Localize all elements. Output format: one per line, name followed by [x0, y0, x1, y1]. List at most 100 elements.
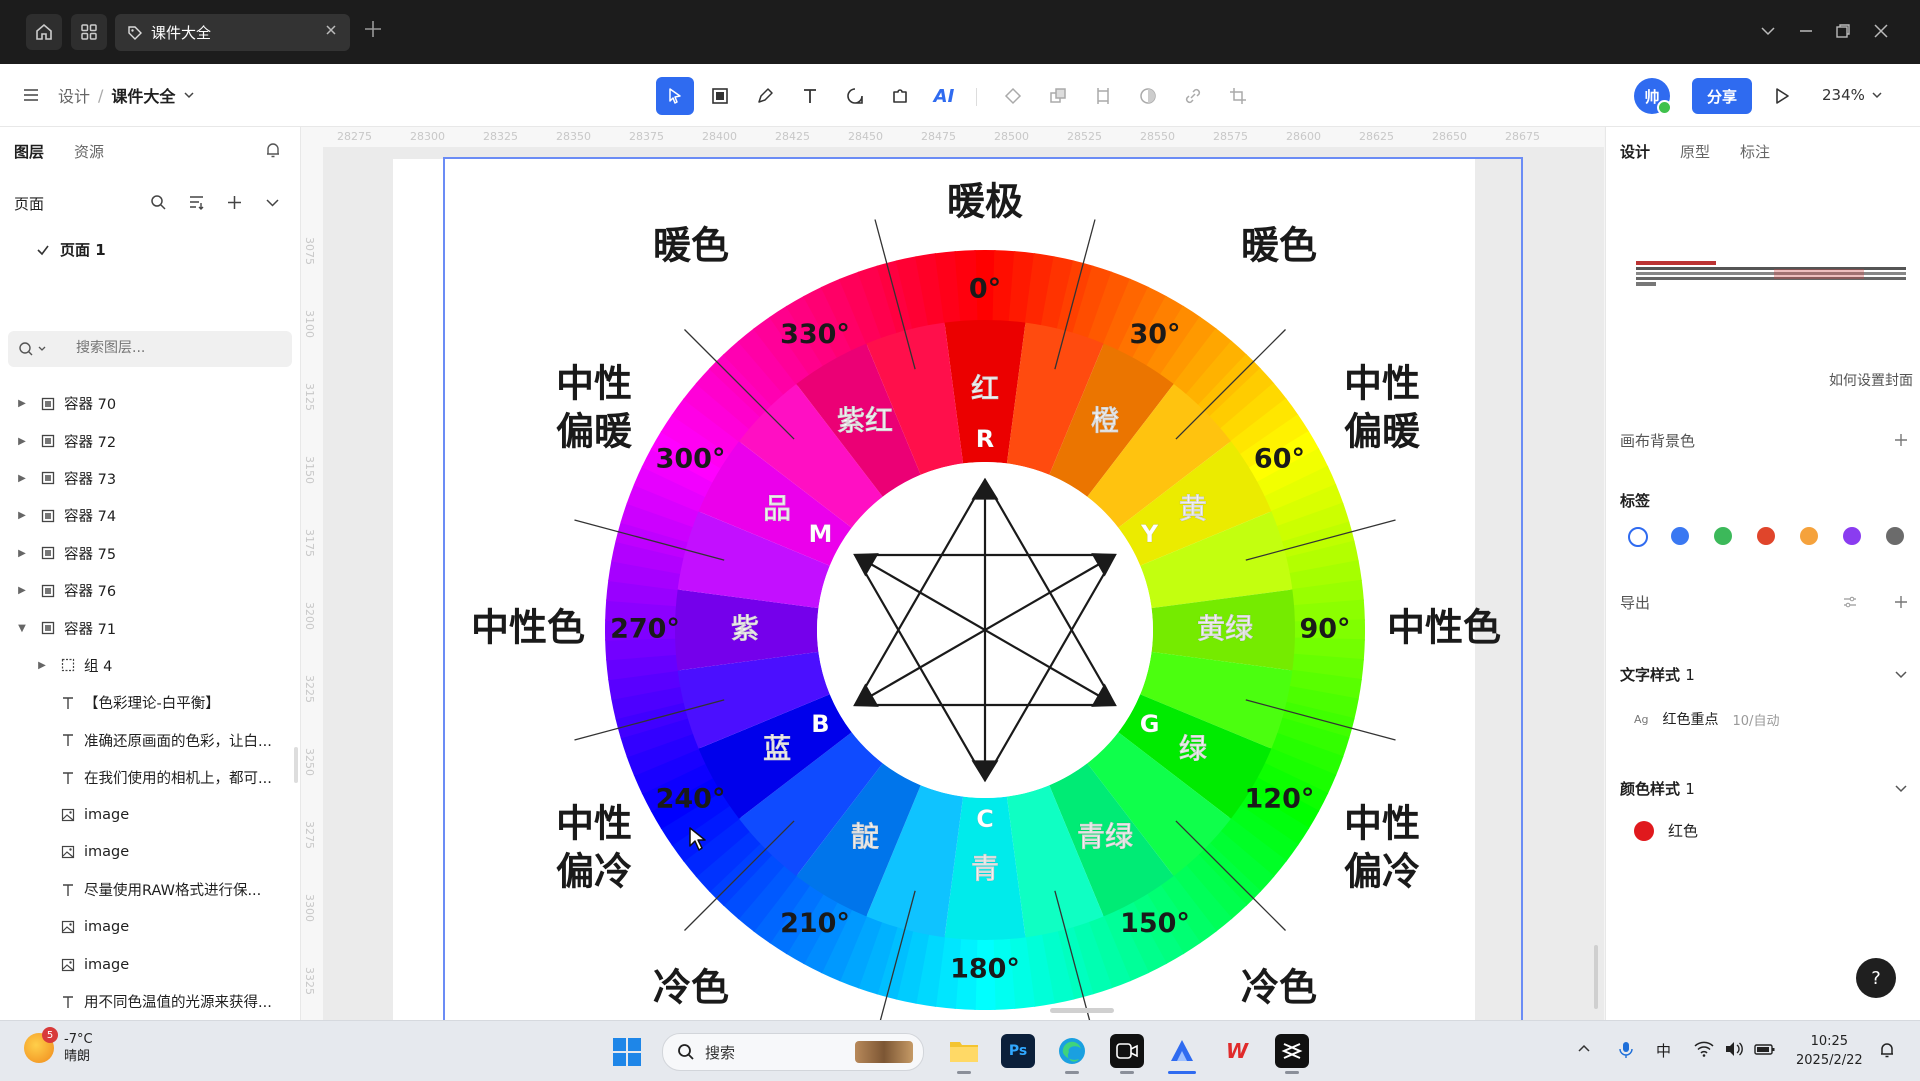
taskbar-search[interactable]: 搜索	[662, 1033, 924, 1071]
layer-row[interactable]: ▶ 容器 73	[0, 460, 300, 497]
layer-search-input[interactable]	[74, 339, 278, 357]
file-explorer-icon[interactable]	[947, 1034, 981, 1068]
color-wheel-image[interactable]: 0° 30° 60° 90° 120° 150° 180° 210° 240° 270° 300° 3…	[444, 158, 1522, 1020]
menu-icon[interactable]	[22, 86, 40, 104]
add-icon[interactable]	[1893, 432, 1909, 448]
tab-layers[interactable]: 图层	[14, 141, 44, 162]
add-page-icon[interactable]	[226, 194, 243, 211]
canvas-scrollbar-horizontal[interactable]	[1050, 1008, 1114, 1013]
tag-white-dot[interactable]	[1628, 527, 1648, 547]
layer-row[interactable]: image	[0, 908, 300, 945]
breadcrumb-current[interactable]: 课件大全	[111, 83, 175, 107]
notification-icon[interactable]	[264, 141, 282, 159]
crop-tool[interactable]	[1219, 77, 1257, 115]
frame-tool[interactable]	[701, 77, 739, 115]
canvas-scrollbar-vertical[interactable]	[1594, 945, 1598, 1009]
container-tool[interactable]	[1084, 77, 1122, 115]
chevron-up-icon[interactable]	[1576, 1041, 1592, 1057]
add-icon[interactable]	[1893, 594, 1909, 610]
ai-tool[interactable]: AI	[925, 77, 963, 115]
color-style-item[interactable]: 红色	[1634, 820, 1698, 841]
settings-sliders-icon[interactable]	[1842, 594, 1858, 610]
layer-row[interactable]: 尽量使用RAW格式进行保...	[0, 871, 300, 908]
zoom-dropdown[interactable]: 234%	[1822, 86, 1883, 104]
tag-gray-dot[interactable]	[1886, 527, 1904, 545]
tab-assets[interactable]: 资源	[74, 141, 104, 162]
caret-right-icon[interactable]: ▶	[16, 510, 28, 521]
component-create-tool[interactable]	[994, 77, 1032, 115]
windows-start-icon[interactable]	[612, 1037, 642, 1067]
tab-file[interactable]: 课件大全	[115, 14, 350, 51]
layer-row[interactable]: image	[0, 796, 300, 833]
home-button[interactable]	[26, 14, 62, 50]
component-tool[interactable]	[881, 77, 919, 115]
volume-icon[interactable]	[1724, 1041, 1744, 1057]
notification-bell-icon[interactable]	[1878, 1041, 1896, 1059]
page-item[interactable]: 页面 1	[36, 239, 106, 260]
chevron-down-icon[interactable]	[1893, 780, 1909, 796]
wps-icon[interactable]: W	[1220, 1034, 1254, 1068]
restore-icon[interactable]	[1834, 22, 1852, 40]
tag-blue-dot[interactable]	[1671, 527, 1689, 545]
cover-help-link[interactable]: 如何设置封面	[1829, 370, 1913, 390]
tab-annotate[interactable]: 标注	[1740, 141, 1770, 162]
layer-row[interactable]: 用不同色温值的光源来获得...	[0, 983, 300, 1020]
caret-right-icon[interactable]: ▶	[36, 660, 48, 671]
chevron-down-icon[interactable]	[1759, 22, 1777, 40]
link-tool[interactable]	[1174, 77, 1212, 115]
search-icon[interactable]	[150, 194, 167, 211]
help-button[interactable]: ?	[1856, 958, 1896, 998]
layer-search-box[interactable]	[8, 331, 292, 367]
screen-recorder-icon[interactable]	[1110, 1034, 1144, 1068]
battery-icon[interactable]	[1754, 1041, 1776, 1057]
tab-design[interactable]: 设计	[1620, 141, 1650, 162]
tag-red-dot[interactable]	[1757, 527, 1775, 545]
layer-row[interactable]: ▶ 容器 74	[0, 497, 300, 534]
pen-tool[interactable]	[746, 77, 784, 115]
close-tab-icon[interactable]	[324, 23, 338, 37]
close-window-icon[interactable]	[1872, 22, 1890, 40]
chevron-down-icon[interactable]	[264, 194, 281, 211]
breadcrumb-parent[interactable]: 设计	[58, 83, 90, 107]
layer-row[interactable]: 准确还原画面的色彩，让白...	[0, 722, 300, 759]
new-tab-icon[interactable]	[362, 18, 384, 40]
layer-row[interactable]: ▶ 容器 70	[0, 385, 300, 422]
layer-row[interactable]: image	[0, 834, 300, 871]
chevron-down-icon[interactable]	[1893, 666, 1909, 682]
layer-row[interactable]: ▶ 容器 72	[0, 422, 300, 459]
caret-down-icon[interactable]: ▼	[16, 623, 28, 634]
text-style-item[interactable]: Ag 红色重点 10/自动	[1634, 709, 1779, 729]
mask-tool[interactable]	[1129, 77, 1167, 115]
sort-icon[interactable]	[188, 194, 205, 211]
layer-row[interactable]: ▼ 容器 71	[0, 609, 300, 646]
text-tool[interactable]	[791, 77, 829, 115]
microphone-icon[interactable]	[1618, 1041, 1634, 1059]
capcut-icon[interactable]	[1275, 1034, 1309, 1068]
layer-row[interactable]: 【色彩理论-白平衡】	[0, 684, 300, 721]
wifi-icon[interactable]	[1694, 1041, 1714, 1057]
layer-row[interactable]: image	[0, 946, 300, 983]
caret-right-icon[interactable]: ▶	[16, 436, 28, 447]
layer-row[interactable]: ▶ 容器 76	[0, 572, 300, 609]
system-clock[interactable]: 10:25 2025/2/22	[1796, 1032, 1863, 1070]
tag-purple-dot[interactable]	[1843, 527, 1861, 545]
caret-right-icon[interactable]: ▶	[16, 585, 28, 596]
minimize-icon[interactable]	[1797, 22, 1815, 40]
edge-browser-icon[interactable]	[1055, 1034, 1089, 1068]
share-button[interactable]: 分享	[1692, 78, 1752, 114]
caret-right-icon[interactable]: ▶	[16, 473, 28, 484]
boolean-tool[interactable]	[1039, 77, 1077, 115]
ime-indicator[interactable]: 中	[1656, 1040, 1671, 1061]
play-icon[interactable]	[1772, 86, 1792, 106]
photoshop-icon[interactable]: Ps	[1001, 1034, 1035, 1068]
chevron-down-icon[interactable]	[183, 89, 195, 101]
layer-row[interactable]: ▶ 组 4	[0, 647, 300, 684]
scrollbar[interactable]	[294, 747, 298, 783]
caret-right-icon[interactable]: ▶	[16, 548, 28, 559]
tag-orange-dot[interactable]	[1800, 527, 1818, 545]
weather-widget[interactable]: 5 -7°C 晴朗	[24, 1027, 93, 1065]
shape-tool[interactable]	[836, 77, 874, 115]
design-app-icon[interactable]	[1165, 1034, 1199, 1068]
layer-row[interactable]: 在我们使用的相机上，都可...	[0, 759, 300, 796]
tab-prototype[interactable]: 原型	[1680, 141, 1710, 162]
